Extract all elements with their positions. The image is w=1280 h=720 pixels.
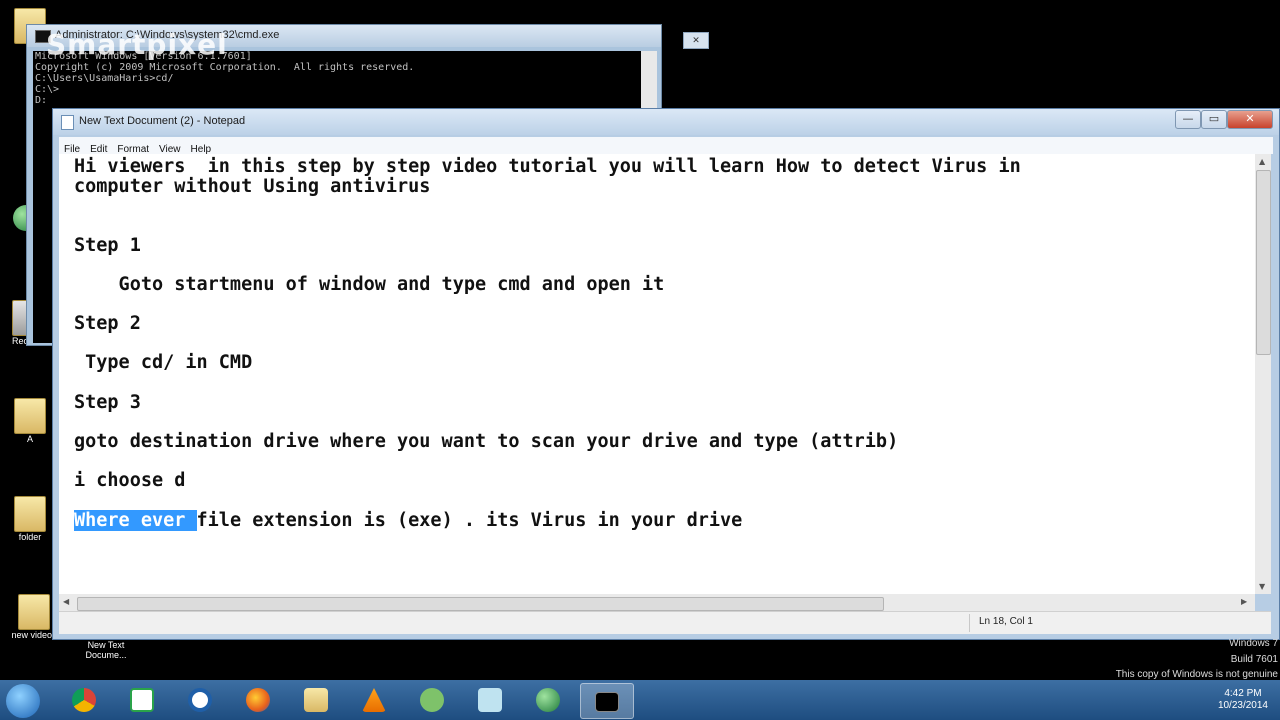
firefox-icon	[246, 688, 270, 712]
chrome-icon	[72, 688, 96, 712]
cursor-position: Ln 18, Col 1	[979, 616, 1033, 627]
clock-date: 10/23/2014	[1217, 700, 1268, 711]
scroll-right-icon[interactable]: ▶	[1241, 597, 1247, 606]
scroll-up-icon[interactable]: ▲	[1259, 157, 1265, 166]
windows-version: Windows 7	[1229, 638, 1278, 649]
desktop-icon-new-text[interactable]: New Text Docume...	[78, 640, 134, 660]
cmd-line: C:\>	[35, 84, 60, 95]
notepad-icon	[61, 115, 74, 130]
text-line: Type cd/ in CMD	[74, 352, 253, 373]
text-line: Goto startmenu of window and type cmd an…	[74, 274, 665, 295]
unselected-text: file extension is (exe) . its Virus in y…	[196, 510, 743, 531]
vertical-scroll-thumb[interactable]	[1256, 170, 1271, 355]
notepad-title-bar[interactable]: New Text Document (2) - Notepad — ▭ ✕	[53, 109, 1279, 135]
cmd-close-button[interactable]: ✕	[683, 32, 709, 49]
text-line: Step 1	[74, 235, 141, 256]
selected-text: Where ever	[74, 510, 197, 531]
notepad-window[interactable]: New Text Document (2) - Notepad — ▭ ✕ Fi…	[52, 108, 1280, 640]
horizontal-scroll-thumb[interactable]	[77, 597, 884, 611]
notepad-status-bar: Ln 18, Col 1	[59, 611, 1271, 634]
taskbar-cmd[interactable]	[580, 683, 634, 719]
notepad-text-area[interactable]: Hi viewers in this step by step video tu…	[59, 154, 1255, 594]
text-line: goto destination drive where you want to…	[74, 431, 899, 452]
clock-time: 4:42 PM	[1224, 688, 1262, 699]
taskbar: 4:42 PM 10/23/2014	[0, 680, 1280, 720]
desktop-icon-a[interactable]: A	[4, 398, 56, 444]
folder-icon	[14, 496, 46, 532]
folder-icon	[14, 398, 46, 434]
windows-genuine-warning: This copy of Windows is not genuine	[1115, 669, 1278, 680]
notepad-maximize-button[interactable]: ▭	[1201, 110, 1227, 129]
desktop-label-new-text: New Text Docume...	[85, 640, 127, 660]
taskbar-firefox[interactable]	[232, 683, 284, 717]
status-separator	[969, 614, 970, 632]
taskbar-app-2[interactable]	[116, 683, 168, 717]
cmd-icon	[595, 692, 619, 712]
start-button[interactable]	[6, 684, 40, 718]
taskbar-app-7[interactable]	[406, 683, 458, 717]
taskbar-app-3[interactable]	[174, 683, 226, 717]
scroll-down-icon[interactable]: ▼	[1259, 582, 1265, 591]
desktop-label-new-videos: new videos	[11, 630, 57, 640]
text-line: Step 3	[74, 392, 141, 413]
vlc-icon	[362, 688, 386, 712]
explorer-icon	[304, 688, 328, 712]
notepad-close-button[interactable]: ✕	[1227, 110, 1273, 129]
taskbar-app-9[interactable]	[522, 683, 574, 717]
windows-build: Build 7601	[1230, 654, 1278, 665]
scroll-left-icon[interactable]: ◀	[63, 597, 69, 606]
text-line: computer without Using antivirus	[74, 176, 431, 197]
cmd-line: Copyright (c) 2009 Microsoft Corporation…	[35, 62, 415, 73]
desktop-label-folder: folder	[18, 532, 42, 542]
notepad-title: New Text Document (2) - Notepad	[79, 115, 246, 127]
text-line: Step 2	[74, 313, 141, 334]
system-clock[interactable]: 4:42 PM 10/23/2014	[1218, 688, 1268, 712]
app-icon	[130, 688, 154, 712]
watermark-logo: Smartpixel	[46, 28, 228, 61]
taskbar-explorer[interactable]	[290, 683, 342, 717]
app-icon	[188, 688, 212, 712]
text-line: Hi viewers in this step by step video tu…	[74, 156, 1021, 177]
taskbar-chrome[interactable]	[58, 683, 110, 717]
app-icon	[420, 688, 444, 712]
text-line-last: Where ever file extension is (exe) . its…	[74, 510, 742, 531]
notepad-minimize-button[interactable]: —	[1175, 110, 1201, 129]
app-icon	[478, 688, 502, 712]
desktop-icon-folder[interactable]: folder	[4, 496, 56, 542]
cmd-line: D:	[35, 95, 48, 106]
globe-icon	[536, 688, 560, 712]
notepad-menu-bar: File Edit Format View Help	[59, 137, 1273, 155]
cmd-line: C:\Users\UsamaHaris>cd/	[35, 73, 174, 84]
desktop-label-a: A	[26, 434, 33, 444]
folder-icon	[18, 594, 50, 630]
taskbar-vlc[interactable]	[348, 683, 400, 717]
text-line: i choose d	[74, 470, 186, 491]
taskbar-app-8[interactable]	[464, 683, 516, 717]
